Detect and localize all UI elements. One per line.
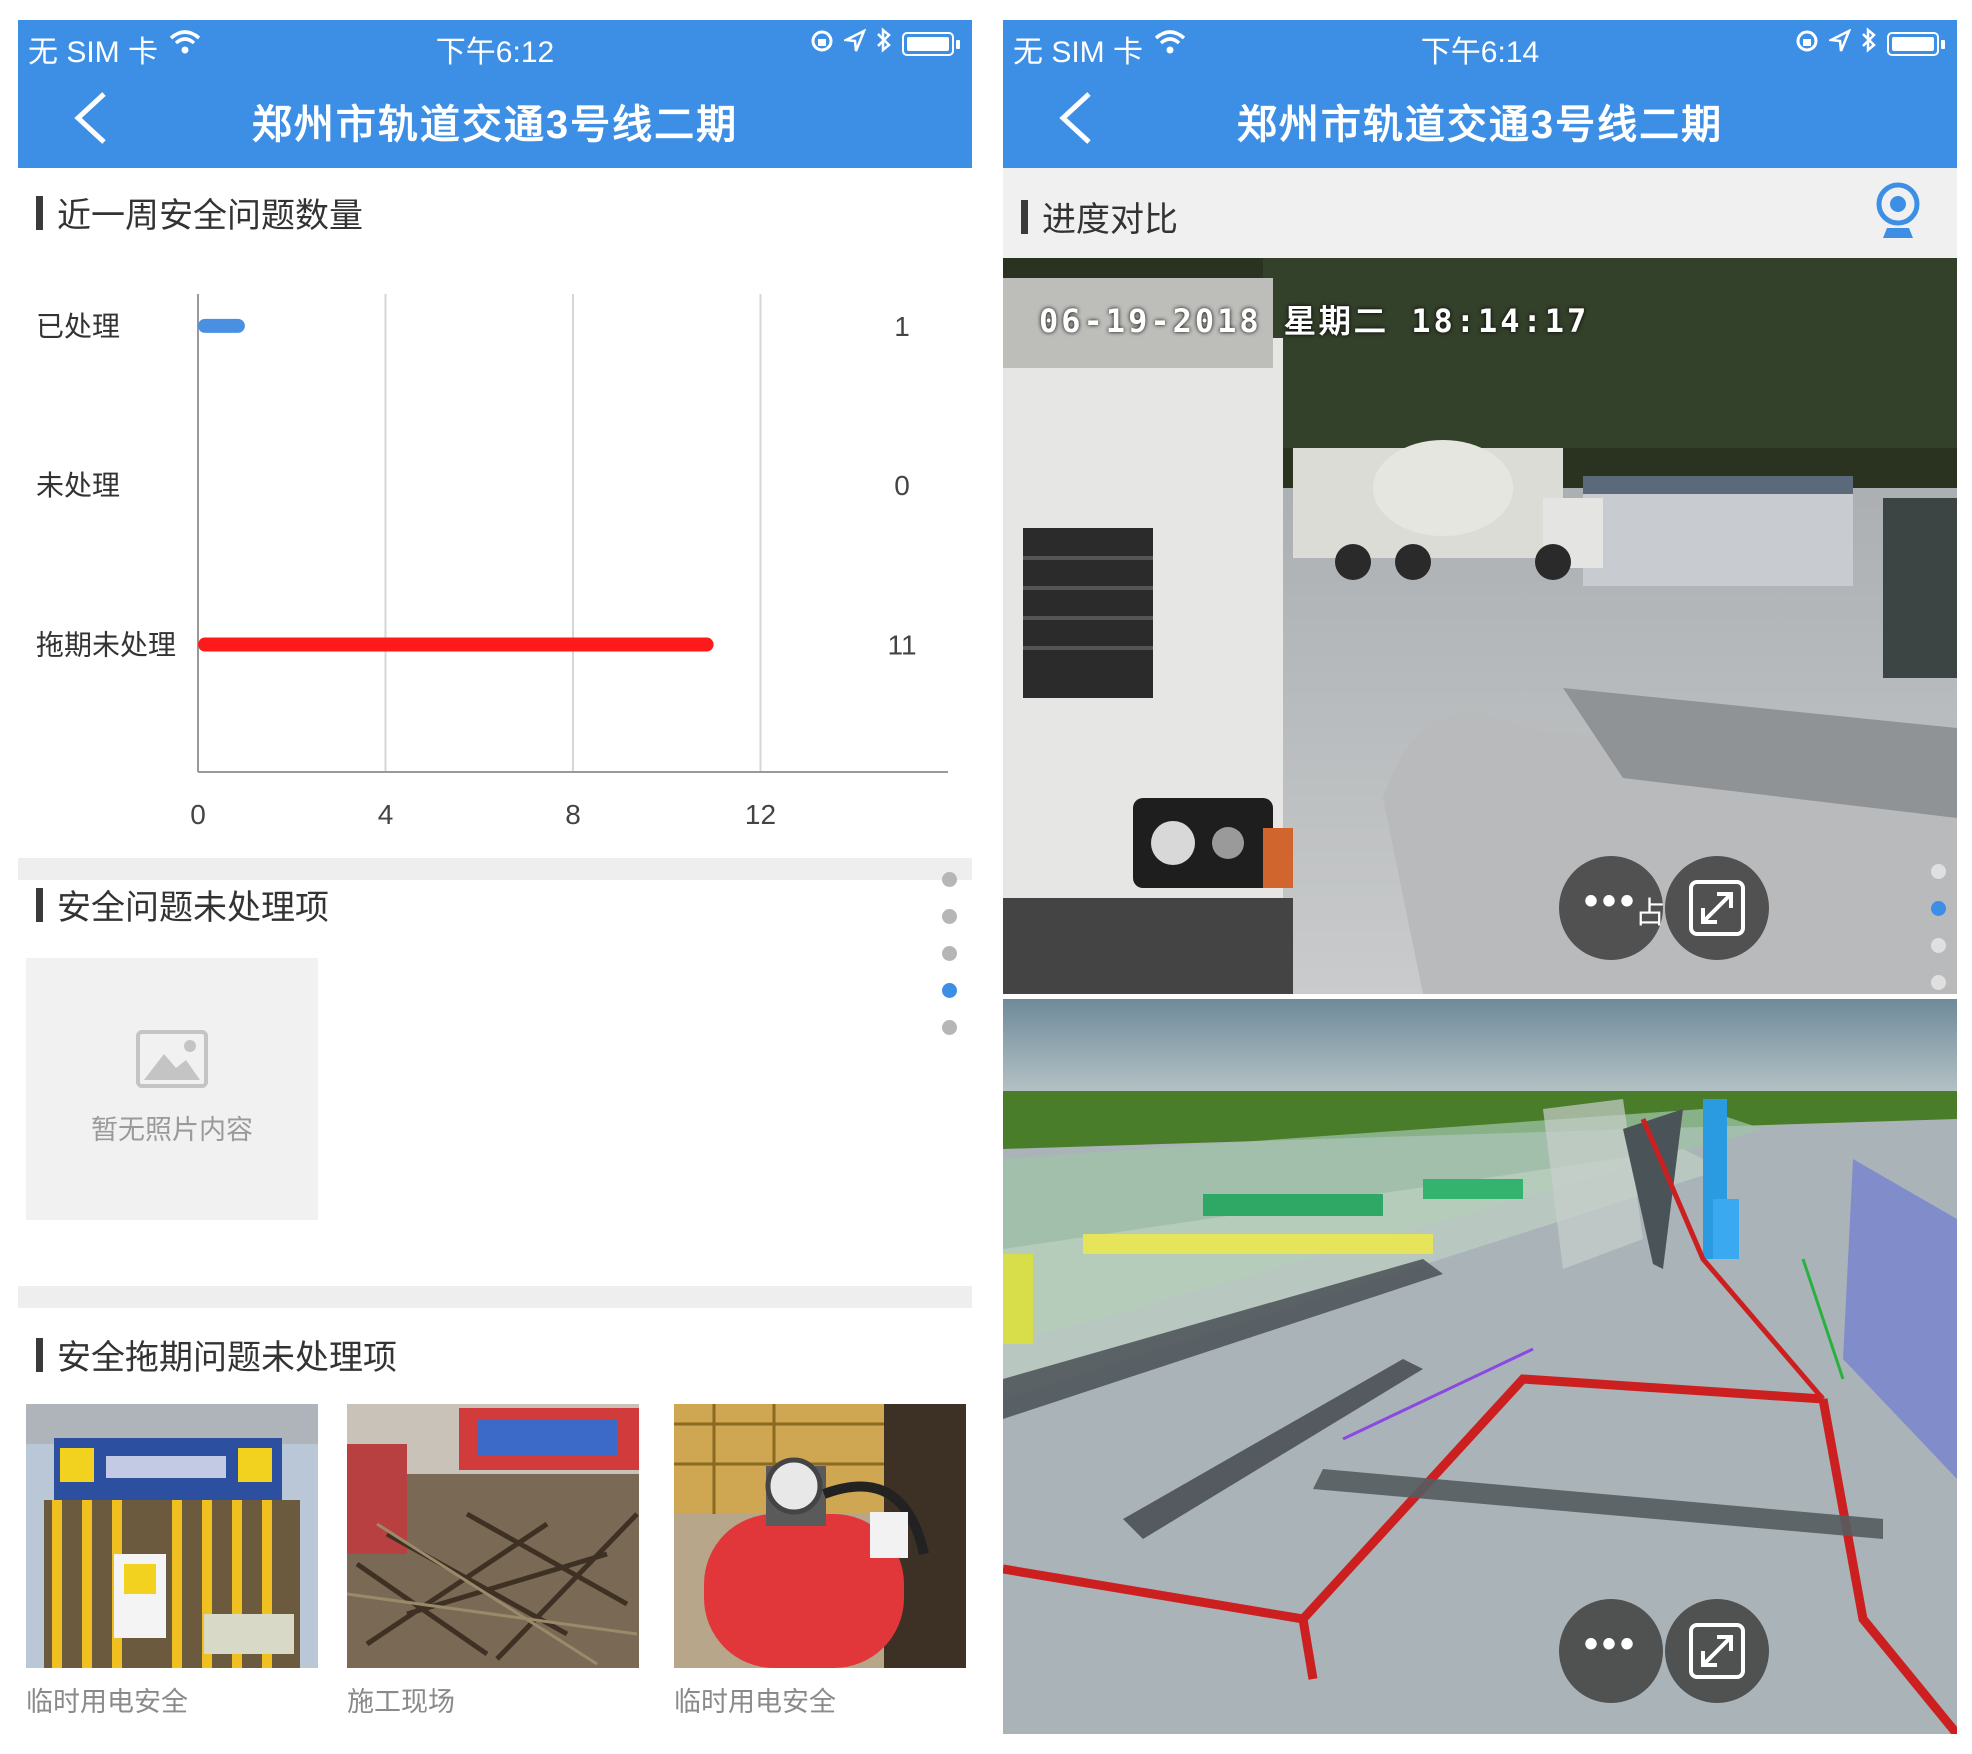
empty-photo-placeholder: 暂无照片内容 (26, 958, 318, 1220)
battery-icon (1887, 32, 1939, 56)
section-title-text: 近一周安全问题数量 (57, 197, 363, 235)
status-bar: 无 SIM 卡 下午6:12 (18, 20, 972, 69)
page-title: 郑州市轨道交通3号线二期 (251, 103, 739, 147)
construction-debris-photo (347, 1404, 639, 1668)
ellipsis-icon: ••• (1583, 878, 1638, 923)
nav-bar: 郑州市轨道交通3号线二期 (1003, 68, 1957, 168)
more-options-button[interactable]: ••• (1559, 1599, 1663, 1703)
section-title-progress: 进度对比 (1021, 192, 1178, 241)
fullscreen-button[interactable] (1665, 1599, 1769, 1703)
left-phone-screen: 无 SIM 卡 下午6:12 郑州市轨道交通3号线二期 近一周安全问题数量 0 4… (18, 20, 972, 1734)
back-arrow-icon[interactable] (1049, 86, 1109, 150)
value-label: 11 (887, 630, 916, 661)
status-bar: 无 SIM 卡 下午6:14 (1003, 20, 1957, 69)
expand-icon (1689, 880, 1745, 936)
pager-dot-active[interactable] (942, 983, 957, 998)
pager-dot[interactable] (1931, 864, 1946, 879)
orientation-lock-icon (810, 27, 834, 61)
page-title: 郑州市轨道交通3号线二期 (1236, 103, 1724, 147)
live-camera-view[interactable]: 06-19-2018 星期二 18:14:17 ••• 占 (1003, 258, 1957, 994)
right-phone-screen: 无 SIM 卡 下午6:14 郑州市轨道交通3号线二期 进度对比 06-19-2… (1003, 20, 1957, 1734)
section-marker (1021, 199, 1028, 234)
safety-issue-bar-chart: 0 4 8 12 已处理 1 未处理 0 拖期未处理 11 (36, 294, 948, 830)
bar (198, 318, 245, 333)
thumbnail-caption: 施工现场 (347, 1687, 455, 1717)
section-title-text: 安全拖期问题未处理项 (57, 1339, 397, 1377)
section-marker (36, 887, 43, 922)
section-title-overdue: 安全拖期问题未处理项 (36, 1330, 397, 1379)
bluetooth-icon (876, 27, 892, 61)
section-title-weekly-safety: 近一周安全问题数量 (36, 188, 363, 237)
value-label: 1 (894, 311, 910, 342)
ellipsis-icon: ••• (1583, 1621, 1638, 1666)
section-divider (18, 1286, 972, 1308)
electrical-cabinet-photo (26, 1404, 318, 1668)
camera-icon[interactable] (1875, 182, 1921, 242)
section-divider (18, 858, 972, 880)
section-marker (36, 195, 43, 230)
video-pager-dots (1931, 864, 1946, 990)
location-arrow-icon (841, 27, 867, 61)
category-label: 拖期未处理 (36, 630, 176, 661)
pager-dots (942, 872, 957, 1035)
orientation-lock-icon (1795, 27, 1819, 61)
fire-extinguisher-photo (674, 1404, 966, 1668)
category-label: 未处理 (36, 470, 120, 501)
expand-icon (1689, 1623, 1745, 1679)
section-marker (36, 1337, 43, 1372)
image-placeholder-icon (136, 1030, 208, 1088)
back-arrow-icon[interactable] (64, 86, 124, 150)
nav-bar: 郑州市轨道交通3号线二期 (18, 68, 972, 168)
construction-site-camera-image (1003, 258, 1957, 994)
thumbnail-caption: 临时用电安全 (674, 1687, 836, 1717)
overdue-photo-thumbnail[interactable] (674, 1404, 966, 1668)
x-tick-label: 4 (378, 799, 394, 830)
pager-dot[interactable] (942, 946, 957, 961)
section-title-text: 安全问题未处理项 (57, 889, 329, 927)
value-label: 0 (894, 470, 910, 501)
pager-dot[interactable] (942, 872, 957, 887)
section-title-unprocessed: 安全问题未处理项 (36, 880, 329, 929)
bim-3d-model-image (1003, 999, 1957, 1734)
camera-timestamp-overlay: 06-19-2018 星期二 18:14:17 (1039, 302, 1590, 340)
x-tick-label: 8 (565, 799, 581, 830)
bluetooth-icon (1861, 27, 1877, 61)
empty-photo-text: 暂无照片内容 (91, 1115, 253, 1145)
pager-dot[interactable] (942, 1020, 957, 1035)
progress-header: 进度对比 (1003, 168, 1957, 258)
pager-dot[interactable] (1931, 975, 1946, 990)
location-arrow-icon (1826, 27, 1852, 61)
x-tick-label: 12 (745, 799, 776, 830)
category-label: 已处理 (36, 311, 120, 342)
fullscreen-button[interactable] (1665, 856, 1769, 960)
x-tick-label: 0 (190, 799, 206, 830)
thumbnail-caption: 临时用电安全 (26, 1687, 188, 1717)
bim-model-view[interactable]: ••• (1003, 999, 1957, 1734)
section-title-text: 进度对比 (1042, 201, 1178, 239)
overdue-photo-thumbnail[interactable] (26, 1404, 318, 1668)
overlay-glyph: 占 (1635, 897, 1665, 930)
pager-dot-active[interactable] (1931, 901, 1946, 916)
bar (198, 637, 714, 652)
battery-icon (902, 32, 954, 56)
pager-dot[interactable] (1931, 938, 1946, 953)
overdue-photo-thumbnail[interactable] (347, 1404, 639, 1668)
pager-dot[interactable] (942, 909, 957, 924)
